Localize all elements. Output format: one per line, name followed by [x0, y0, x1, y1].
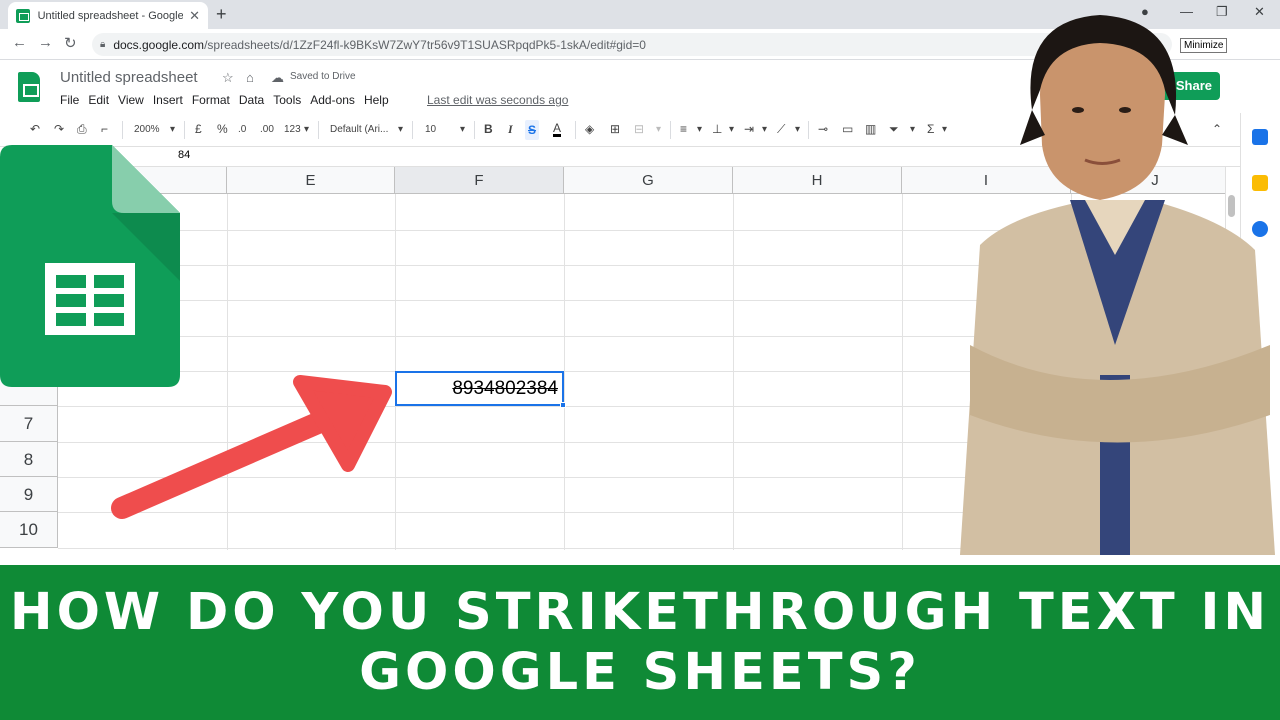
url-host: docs.google.com [113, 37, 205, 52]
increase-decimal-button[interactable]: .00 [260, 124, 274, 135]
paint-format-icon[interactable]: ⌐ [101, 122, 108, 136]
chevron-down-icon[interactable]: ▾ [942, 124, 947, 135]
cell-value: 8934802384 [452, 378, 558, 399]
toolbar-divider [122, 121, 123, 139]
more-formats-button[interactable]: 123 [284, 124, 301, 135]
google-sheets-logo [0, 145, 180, 387]
banner-title-line-1: HOW DO YOU STRIKETHROUGH TEXT IN [9, 582, 1271, 642]
forward-icon[interactable]: → [38, 34, 53, 51]
borders-icon[interactable]: ⊞ [610, 122, 620, 136]
star-icon[interactable]: ☆ [222, 70, 234, 86]
filter-icon[interactable]: ⏷ [889, 122, 899, 137]
toolbar-divider [575, 121, 576, 139]
percent-format-button[interactable]: % [217, 122, 228, 136]
currency-format-button[interactable]: £ [195, 122, 202, 136]
toolbar-divider [318, 121, 319, 139]
chevron-down-icon[interactable]: ▾ [762, 124, 767, 135]
zoom-select[interactable]: 200% [134, 124, 160, 135]
toolbar-divider [670, 121, 671, 139]
presenter-photo [960, 15, 1275, 555]
chevron-down-icon[interactable]: ▾ [460, 124, 465, 135]
chevron-down-icon[interactable]: ▾ [304, 124, 309, 135]
gridline [564, 194, 565, 550]
lock-icon: 🔒︎ [100, 39, 106, 50]
save-status: Saved to Drive [290, 71, 356, 82]
menu-tools[interactable]: Tools [273, 93, 301, 107]
chevron-down-icon[interactable]: ▾ [398, 124, 403, 135]
print-icon[interactable]: ⎙ [77, 122, 87, 137]
menu-data[interactable]: Data [239, 93, 264, 107]
toolbar-divider [184, 121, 185, 139]
browser-tab[interactable]: Untitled spreadsheet - Google Sh ✕ [8, 2, 208, 29]
font-select[interactable]: Default (Ari... [330, 124, 388, 135]
redo-icon[interactable]: ↷ [54, 122, 64, 136]
banner-title-line-2: GOOGLE SHEETS? [359, 642, 921, 702]
new-tab-button[interactable]: + [216, 4, 227, 25]
reload-icon[interactable]: ↻ [64, 34, 77, 52]
menu-addons[interactable]: Add-ons [310, 93, 355, 107]
undo-icon[interactable]: ↶ [30, 122, 40, 136]
insert-comment-icon[interactable]: ▭ [842, 122, 853, 136]
last-edit-link[interactable]: Last edit was seconds ago [427, 93, 568, 107]
url-path: /spreadsheets/d/1ZzF24fl-k9BKsW7ZwY7tr56… [204, 37, 646, 52]
move-folder-icon[interactable]: ⌂ [246, 70, 254, 85]
italic-button[interactable]: I [508, 122, 513, 137]
menu-insert[interactable]: Insert [153, 93, 183, 107]
insert-chart-icon[interactable]: ▥ [865, 122, 876, 136]
font-size-select[interactable]: 10 [425, 124, 436, 135]
menu-view[interactable]: View [118, 93, 144, 107]
document-title[interactable]: Untitled spreadsheet [60, 69, 198, 86]
title-banner: HOW DO YOU STRIKETHROUGH TEXT IN GOOGLE … [0, 565, 1280, 720]
menu-file[interactable]: File [60, 93, 79, 107]
menu-help[interactable]: Help [364, 93, 389, 107]
text-rotation-icon[interactable]: ⟋ [777, 122, 785, 137]
chevron-down-icon[interactable]: ▾ [729, 124, 734, 135]
chevron-down-icon[interactable]: ▾ [910, 124, 915, 135]
row-header-10[interactable]: 10 [0, 512, 58, 548]
toolbar-divider [808, 121, 809, 139]
row-header-7[interactable]: 7 [0, 406, 58, 442]
sheets-favicon-icon [16, 8, 30, 23]
red-arrow-icon [111, 375, 392, 519]
insert-link-icon[interactable]: ⊸ [818, 122, 828, 136]
tab-close-icon[interactable]: ✕ [189, 8, 200, 24]
decrease-decimal-button[interactable]: .0 [238, 124, 246, 135]
fill-color-icon[interactable]: ◈ [585, 122, 594, 136]
menu-format[interactable]: Format [192, 93, 230, 107]
functions-button[interactable]: Σ [927, 122, 934, 136]
merge-cells-icon[interactable]: ⊟ [634, 122, 644, 136]
column-header-h[interactable]: H [733, 167, 902, 194]
gridline [902, 194, 903, 550]
row-header-8[interactable]: 8 [0, 442, 58, 477]
column-header-e[interactable]: E [227, 167, 395, 194]
menu-bar: File Edit View Insert Format Data Tools … [60, 93, 398, 107]
horizontal-align-icon[interactable]: ≡ [680, 122, 687, 136]
gridline [733, 194, 734, 550]
column-header-g[interactable]: G [564, 167, 733, 194]
text-color-button[interactable]: A [553, 122, 562, 137]
browser-tab-title: Untitled spreadsheet - Google Sh [37, 9, 184, 22]
strikethrough-button[interactable]: S [525, 120, 540, 140]
bold-button[interactable]: B [484, 122, 493, 136]
chevron-down-icon[interactable]: ▾ [170, 124, 175, 135]
back-icon[interactable]: ← [12, 34, 27, 51]
chevron-down-icon[interactable]: ▾ [656, 124, 661, 135]
sheets-logo-icon[interactable] [18, 72, 40, 102]
text-wrap-icon[interactable]: ⇥ [744, 122, 754, 136]
chevron-down-icon[interactable]: ▾ [697, 124, 702, 135]
chevron-down-icon[interactable]: ▾ [795, 124, 800, 135]
column-header-f[interactable]: F [395, 167, 564, 194]
toolbar-divider [412, 121, 413, 139]
cloud-saved-icon: ☁ [271, 70, 284, 85]
toolbar-divider [474, 121, 475, 139]
vertical-align-icon[interactable]: ⊥ [712, 122, 722, 136]
fill-handle[interactable] [560, 402, 566, 408]
row-header-9[interactable]: 9 [0, 477, 58, 512]
menu-edit[interactable]: Edit [88, 93, 109, 107]
active-cell-f6[interactable]: 8934802384 [395, 371, 566, 408]
